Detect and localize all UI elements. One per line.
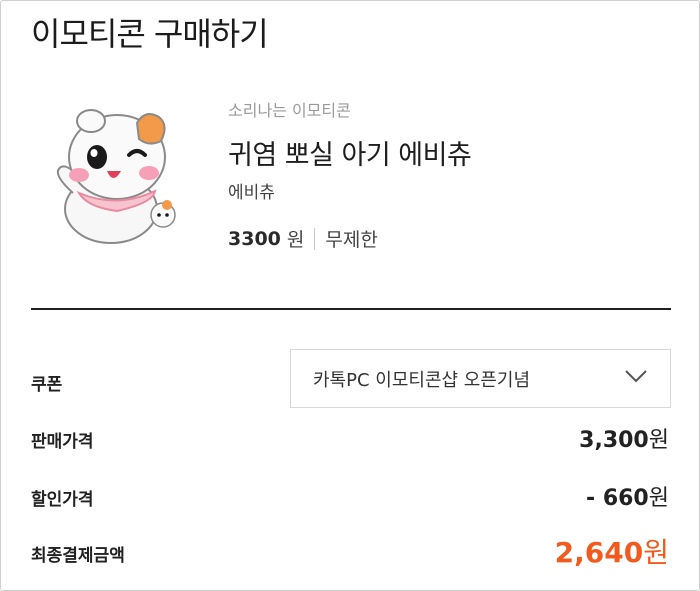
product-name: 귀염 뽀실 아기 에비츄 bbox=[228, 140, 472, 171]
sale-price-unit: 원 bbox=[648, 428, 669, 453]
sale-price-label: 판매가격 bbox=[31, 432, 94, 452]
product-price: 3300 bbox=[228, 227, 281, 250]
usage-term: 무제한 bbox=[325, 229, 378, 251]
discount-unit: 원 bbox=[648, 486, 669, 511]
hamster-character-icon bbox=[57, 109, 176, 244]
sale-price-value: 3,300원 bbox=[579, 422, 669, 454]
page-title: 이모티콘 구매하기 bbox=[31, 15, 269, 53]
discount-label: 할인가격 bbox=[31, 490, 94, 510]
price-row: 3300 원 무제한 bbox=[228, 225, 471, 252]
coupon-label: 쿠폰 bbox=[31, 375, 63, 395]
price-unit: 원 bbox=[286, 229, 305, 251]
chevron-down-icon bbox=[625, 370, 647, 383]
final-price-unit: 원 bbox=[643, 536, 669, 569]
emoticon-thumbnail bbox=[45, 101, 195, 251]
sale-price-number: 3,300 bbox=[579, 428, 649, 453]
price-separator bbox=[314, 227, 316, 250]
product-category: 소리나는 이모티콘 bbox=[228, 101, 351, 120]
coupon-dropdown[interactable]: 카톡PC 이모티콘샵 오픈기념 bbox=[290, 349, 671, 408]
product-info: 소리나는 이모티콘 귀염 뽀실 아기 에비츄 에비츄 3300 원 무제한 bbox=[228, 97, 472, 252]
discount-value: - 660원 bbox=[586, 480, 669, 512]
final-price-label: 최종결제금액 bbox=[31, 546, 125, 566]
coupon-selected-value: 카톡PC 이모티콘샵 오픈기념 bbox=[313, 369, 531, 391]
final-price-number: 2,640 bbox=[554, 536, 644, 569]
product-author: 에비츄 bbox=[228, 183, 275, 203]
discount-number: - 660 bbox=[586, 486, 649, 511]
section-divider bbox=[31, 308, 671, 310]
final-price-value: 2,640원 bbox=[555, 531, 669, 571]
purchase-dialog: 이모티콘 구매하기 소리나는 이모티콘 귀염 뽀실 아기 에비츄 에비츄 330… bbox=[0, 0, 700, 591]
